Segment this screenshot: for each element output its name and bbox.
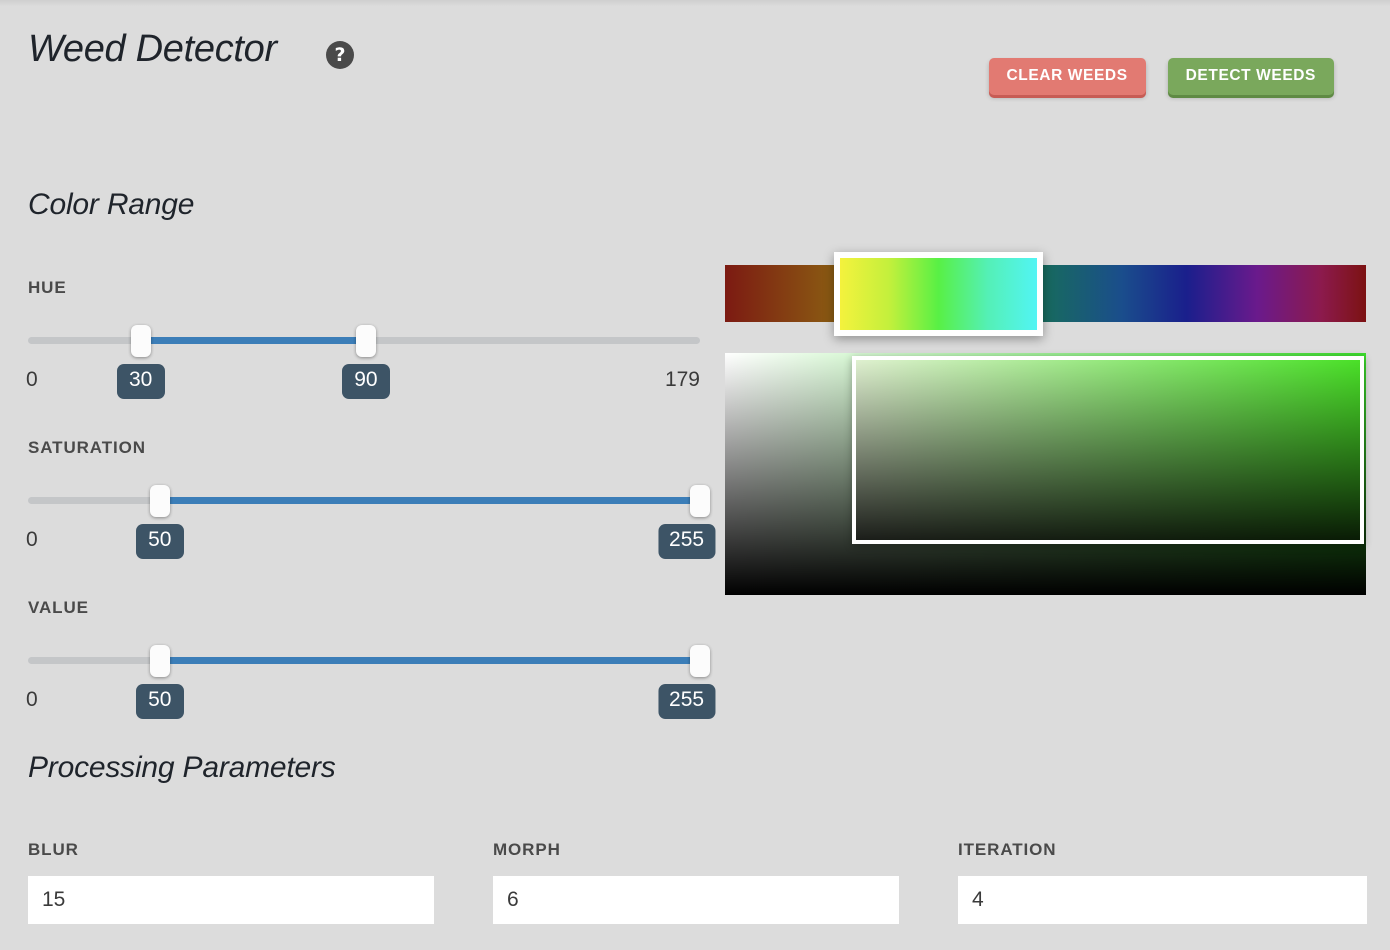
blur-field: BLUR [28, 840, 434, 924]
hue-slider-bounds: 0 179 30 90 [28, 364, 700, 402]
header-actions: CLEAR WEEDS DETECT WEEDS [989, 58, 1335, 95]
blur-input[interactable] [28, 876, 434, 924]
page-title: Weed Detector [28, 28, 277, 71]
hue-slider-group: HUE 0 179 30 90 [28, 278, 700, 402]
value-slider-group: VALUE 0 50 255 [28, 598, 700, 722]
hue-value-badge-low: 30 [117, 364, 165, 399]
app-header: Weed Detector ? CLEAR WEEDS DETECT WEEDS [0, 0, 1390, 115]
value-value-badge-low: 50 [136, 684, 184, 719]
iteration-input[interactable] [958, 876, 1367, 924]
hue-slider-thumb-low[interactable] [131, 325, 151, 357]
hue-value-badge-high: 90 [342, 364, 390, 399]
saturation-slider-thumb-high[interactable] [690, 485, 710, 517]
help-question-icon[interactable]: ? [326, 41, 354, 69]
saturation-value-selection-box[interactable] [852, 356, 1364, 544]
value-slider-track[interactable] [28, 638, 700, 682]
hue-slider-label: HUE [28, 278, 700, 298]
blur-label: BLUR [28, 840, 434, 860]
value-slider-thumb-low[interactable] [150, 645, 170, 677]
hue-slider-thumb-high[interactable] [356, 325, 376, 357]
saturation-value-badge-high: 255 [658, 524, 715, 559]
hue-selection-box[interactable] [834, 252, 1043, 336]
saturation-slider-group: SATURATION 0 50 255 [28, 438, 700, 562]
value-slider-fill [160, 657, 700, 664]
clear-weeds-button[interactable]: CLEAR WEEDS [989, 58, 1146, 95]
value-slider-bounds: 0 50 255 [28, 684, 700, 722]
value-slider-label: VALUE [28, 598, 700, 618]
hue-spectrum-strip[interactable] [725, 265, 1366, 322]
morph-input[interactable] [493, 876, 899, 924]
iteration-field: ITERATION [958, 840, 1367, 924]
hue-min-label: 0 [26, 368, 38, 392]
saturation-slider-thumb-low[interactable] [150, 485, 170, 517]
saturation-slider-label: SATURATION [28, 438, 700, 458]
iteration-label: ITERATION [958, 840, 1367, 860]
value-min-label: 0 [26, 688, 38, 712]
detect-weeds-button[interactable]: DETECT WEEDS [1168, 58, 1334, 95]
morph-label: MORPH [493, 840, 899, 860]
saturation-slider-fill [160, 497, 700, 504]
value-slider-thumb-high[interactable] [690, 645, 710, 677]
saturation-min-label: 0 [26, 528, 38, 552]
hue-slider-track[interactable] [28, 318, 700, 362]
morph-field: MORPH [493, 840, 899, 924]
hue-slider-fill [141, 337, 366, 344]
saturation-value-badge-low: 50 [136, 524, 184, 559]
saturation-slider-bounds: 0 50 255 [28, 524, 700, 562]
hue-max-label: 179 [665, 368, 700, 392]
value-value-badge-high: 255 [658, 684, 715, 719]
color-range-heading: Color Range [28, 188, 194, 222]
saturation-slider-track[interactable] [28, 478, 700, 522]
processing-parameters-heading: Processing Parameters [28, 751, 336, 785]
